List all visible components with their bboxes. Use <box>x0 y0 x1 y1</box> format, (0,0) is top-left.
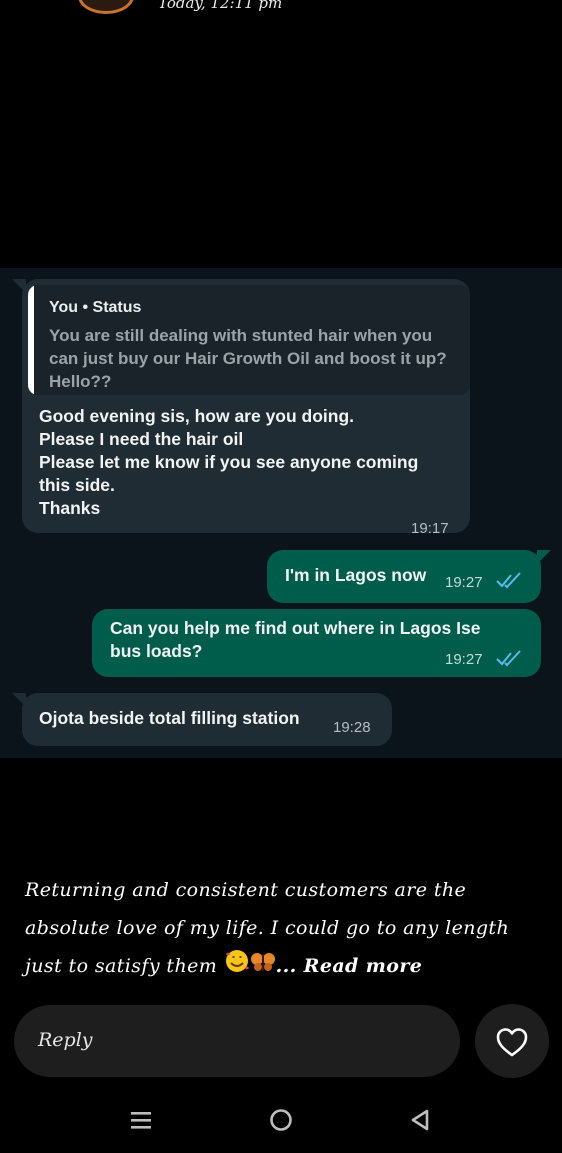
story-header: Today, 12:11 pm <box>0 0 562 20</box>
message-line: Thanks <box>39 498 101 518</box>
message-time: 19:17 <box>411 520 449 537</box>
message-text: Good evening sis, how are you doing. Ple… <box>39 405 418 520</box>
outgoing-message-bubble: I'm in Lagos now 19:27 <box>267 550 551 603</box>
double-check-icon <box>496 572 521 589</box>
message-line: bus loads? <box>110 641 203 661</box>
double-check-icon <box>496 650 521 667</box>
outgoing-message-bubble: Can you help me find out where in Lagos … <box>92 609 541 677</box>
reply-input[interactable]: Reply <box>14 1005 460 1077</box>
chat-screenshot: You • Status You are still dealing with … <box>0 268 562 758</box>
quote-text: You are still dealing with stunted hair … <box>49 326 447 391</box>
home-icon[interactable] <box>261 1100 301 1140</box>
message-line: Can you help me find out where in Lagos … <box>110 618 481 638</box>
reply-placeholder: Reply <box>38 1029 93 1051</box>
message-text: Ojota beside total filling station <box>39 708 300 728</box>
recent-apps-icon[interactable] <box>121 1100 161 1140</box>
message-line: Please I need the hair oil <box>39 429 244 449</box>
message-text: I'm in Lagos now <box>285 565 427 585</box>
quoted-status[interactable]: You • Status You are still dealing with … <box>28 285 470 395</box>
message-time: 19:27 <box>445 574 483 591</box>
quote-bar <box>28 285 34 395</box>
message-time: 19:28 <box>333 719 371 736</box>
like-button[interactable] <box>475 1004 549 1078</box>
bubble-tail <box>537 550 551 564</box>
message-line: this side. <box>39 475 115 495</box>
post-time: Today, 12:11 pm <box>158 0 283 12</box>
incoming-message-bubble: Ojota beside total filling station 19:28 <box>12 693 392 746</box>
smiling-face-with-hearts-icon <box>224 948 250 987</box>
avatar[interactable] <box>78 0 134 14</box>
back-icon[interactable] <box>400 1100 440 1140</box>
message-time: 19:27 <box>445 651 483 668</box>
quote-author: You • Status <box>49 299 142 316</box>
butterfly-icon <box>250 948 276 986</box>
incoming-message-bubble: You • Status You are still dealing with … <box>12 279 470 537</box>
heart-icon <box>496 1028 528 1057</box>
read-more-link[interactable]: ... Read more <box>276 955 423 977</box>
bubble-tail <box>12 693 26 707</box>
story-caption[interactable]: Returning and consistent customers are t… <box>25 871 545 987</box>
message-text: Can you help me find out where in Lagos … <box>110 617 480 663</box>
bubble-tail <box>12 279 26 293</box>
message-line: Good evening sis, how are you doing. <box>39 406 355 426</box>
message-line: Please let me know if you see anyone com… <box>39 452 419 472</box>
navigation-bar <box>0 1090 562 1153</box>
